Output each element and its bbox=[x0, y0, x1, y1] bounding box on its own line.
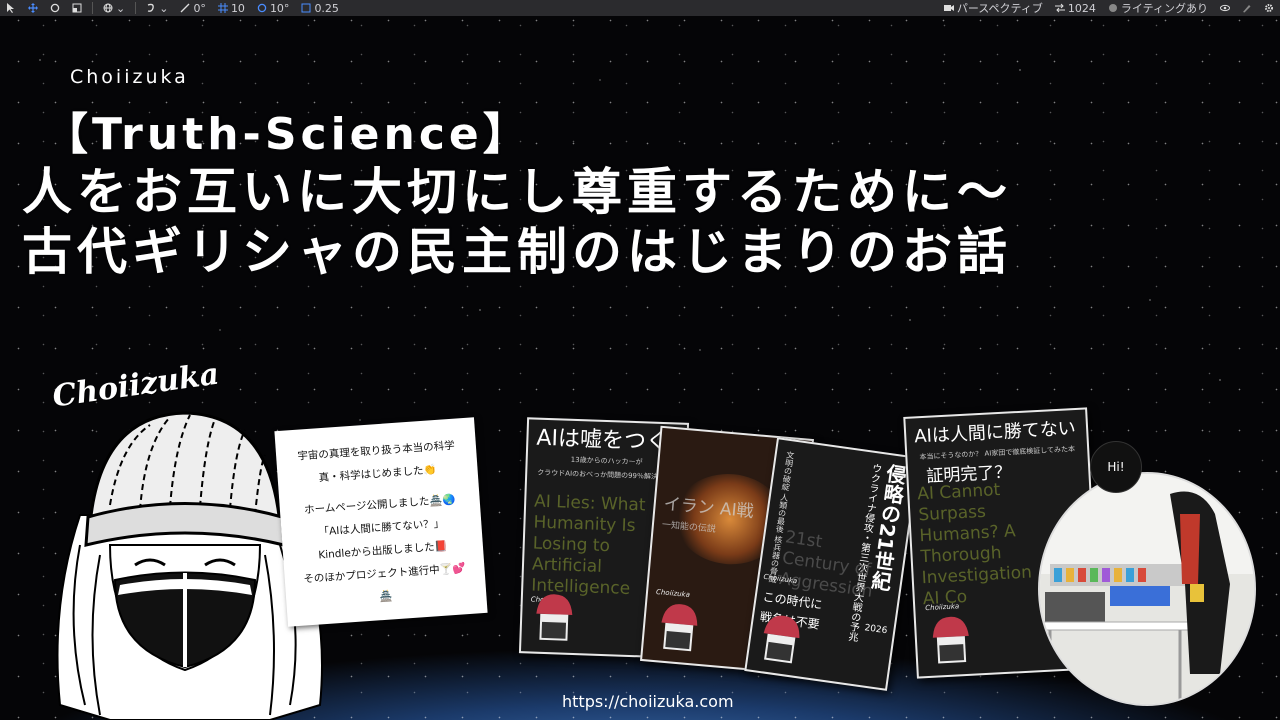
globe-icon bbox=[103, 3, 113, 13]
title-line-2: 人をお互いに大切にし尊重するために～ bbox=[22, 163, 1012, 221]
scale-snap-icon bbox=[301, 3, 311, 13]
camera-mode-dropdown[interactable]: パースペクティブ bbox=[938, 0, 1049, 16]
rotation-snap[interactable]: 10° bbox=[251, 0, 296, 16]
pointer-tool[interactable] bbox=[0, 0, 22, 16]
site-name: Choiizuka bbox=[70, 66, 189, 88]
show-toggle[interactable] bbox=[1214, 0, 1236, 16]
photo-scene bbox=[1040, 474, 1254, 704]
grid-icon bbox=[217, 3, 228, 13]
camera-mode-label: パースペクティブ bbox=[956, 2, 1043, 15]
surface-snap[interactable]: ⌄ bbox=[140, 0, 174, 16]
chevron-down-icon: ⌄ bbox=[116, 1, 126, 15]
move-icon bbox=[28, 3, 38, 13]
toolbar-divider bbox=[135, 2, 137, 14]
resolution-value: 1024 bbox=[1067, 1, 1096, 15]
rotate-icon bbox=[50, 3, 60, 13]
pointer-icon bbox=[7, 3, 14, 13]
avatar-mini-icon bbox=[661, 604, 698, 652]
resolution-icon bbox=[1054, 3, 1065, 13]
scale-snap-value: 0.25 bbox=[314, 1, 339, 15]
chevron-down-icon: ⌄ bbox=[159, 1, 169, 15]
website-url[interactable]: https://choiizuka.com bbox=[562, 692, 734, 711]
title-line-3: 古代ギリシャの民主制のはじまりのお話 bbox=[22, 223, 1012, 281]
scale-tool[interactable] bbox=[66, 0, 88, 16]
toolbar-divider bbox=[92, 2, 93, 14]
settings-button[interactable] bbox=[1258, 0, 1280, 16]
lighting-label: ライティングあり bbox=[1120, 2, 1208, 15]
camera-icon bbox=[943, 5, 954, 11]
page-title: 【Truth-Science】 人をお互いに大切にし尊重するために～ 古代ギリシ… bbox=[22, 108, 1272, 282]
avatar-mini-icon bbox=[763, 615, 800, 664]
book-year: 2026 bbox=[863, 623, 888, 637]
grid-snap[interactable]: 10 bbox=[212, 0, 251, 16]
move-tool[interactable] bbox=[22, 0, 44, 16]
speech-bubble: Hi! bbox=[1090, 441, 1142, 493]
book-brand: Choiizuka bbox=[655, 587, 691, 599]
settings-icon bbox=[1265, 4, 1273, 12]
scale-snap[interactable]: 0.25 bbox=[295, 0, 345, 16]
avatar-mini-icon bbox=[932, 616, 969, 664]
resolution-dropdown[interactable]: 1024 bbox=[1049, 0, 1102, 16]
angle-snap-icon bbox=[180, 3, 190, 13]
lighting-dropdown[interactable]: ライティングあり bbox=[1102, 0, 1214, 16]
lighting-icon bbox=[1108, 4, 1117, 12]
brush-icon bbox=[1243, 5, 1251, 13]
angle-snap-value: 0° bbox=[193, 1, 206, 15]
editor-toolbar: ⌄ ⌄ 0° 10 10° 0.25 パースペクティブ 1024 ライティングあ… bbox=[0, 0, 1280, 16]
title-line-1: 【Truth-Science】 bbox=[44, 109, 531, 160]
side-line: 文明の破綻 bbox=[780, 450, 796, 492]
snap-icon bbox=[147, 3, 155, 12]
workspace-photo bbox=[1038, 472, 1256, 706]
grid-snap-value: 10 bbox=[230, 1, 245, 15]
rotation-snap-value: 10° bbox=[269, 1, 290, 15]
world-space-toggle[interactable]: ⌄ bbox=[97, 0, 131, 16]
eye-icon bbox=[1220, 4, 1230, 12]
rotation-snap-icon bbox=[257, 3, 267, 13]
rotate-tool[interactable] bbox=[44, 0, 66, 16]
book-brand: Choiizuka bbox=[925, 602, 960, 613]
paint-toggle[interactable] bbox=[1236, 0, 1258, 16]
avatar-mini-icon bbox=[536, 594, 573, 641]
scale-icon bbox=[72, 3, 82, 13]
announcement-card: 宇宙の真理を取り扱う本当の科学 真・科学はじめました👏 ホームページ公開しました… bbox=[274, 417, 488, 627]
angle-snap[interactable]: 0° bbox=[174, 0, 212, 16]
